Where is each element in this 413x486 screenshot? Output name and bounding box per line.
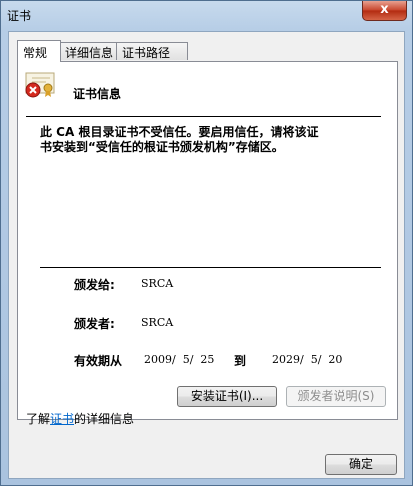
certificate-dialog: 证书 x 详细信息 证书路径 常规 证书信息 此 CA 根目录证书不受信任。要启… (0, 0, 413, 486)
general-tab-panel: 证书信息 此 CA 根目录证书不受信任。要启用信任，请将该证 书安装到“受信任的… (17, 61, 398, 420)
tab-certification-path[interactable]: 证书路径 (116, 42, 188, 60)
validity-to-label: 到 (234, 354, 247, 368)
issued-by-value: SRCA (141, 316, 174, 329)
tab-details[interactable]: 详细信息 (59, 42, 117, 60)
ok-button[interactable]: 确定 (325, 454, 397, 475)
issued-to-label: 颁发给: (74, 278, 115, 292)
learn-more-link[interactable]: 证书 (50, 412, 74, 426)
tab-general[interactable]: 常规 (17, 40, 61, 62)
issued-by-label: 颁发者: (74, 317, 115, 331)
warning-line-1: 此 CA 根目录证书不受信任。要启用信任，请将该证 (40, 125, 319, 139)
learn-more-text: 了解证书的详细信息 (26, 410, 134, 427)
issuer-statement-button[interactable]: 颁发者说明(S) (286, 386, 386, 407)
certificate-info-title: 证书信息 (73, 87, 122, 101)
issued-to-value: SRCA (141, 277, 174, 290)
title-bar[interactable]: 证书 x (1, 1, 412, 29)
valid-to-date: 2029/ 5/ 20 (272, 353, 343, 366)
details-divider (40, 267, 381, 268)
validity-label: 有效期从 (74, 354, 123, 368)
learn-more-suffix: 的详细信息 (74, 412, 135, 426)
warning-line-2: 书安装到“受信任的根证书颁发机构”存储区。 (40, 140, 284, 154)
valid-from-date: 2009/ 5/ 25 (144, 353, 215, 366)
dialog-client-area: 详细信息 证书路径 常规 证书信息 此 CA 根目录证书不受信任。要启用信任，请… (8, 31, 405, 479)
window-title: 证书 (7, 9, 32, 23)
header-divider (26, 116, 381, 117)
close-button[interactable]: x (362, 1, 407, 21)
learn-more-prefix: 了解 (26, 412, 51, 426)
certificate-error-icon (25, 72, 55, 98)
untrusted-warning-text: 此 CA 根目录证书不受信任。要启用信任，请将该证 书安装到“受信任的根证书颁发… (40, 125, 365, 155)
install-certificate-button[interactable]: 安装证书(I)... (177, 386, 277, 407)
